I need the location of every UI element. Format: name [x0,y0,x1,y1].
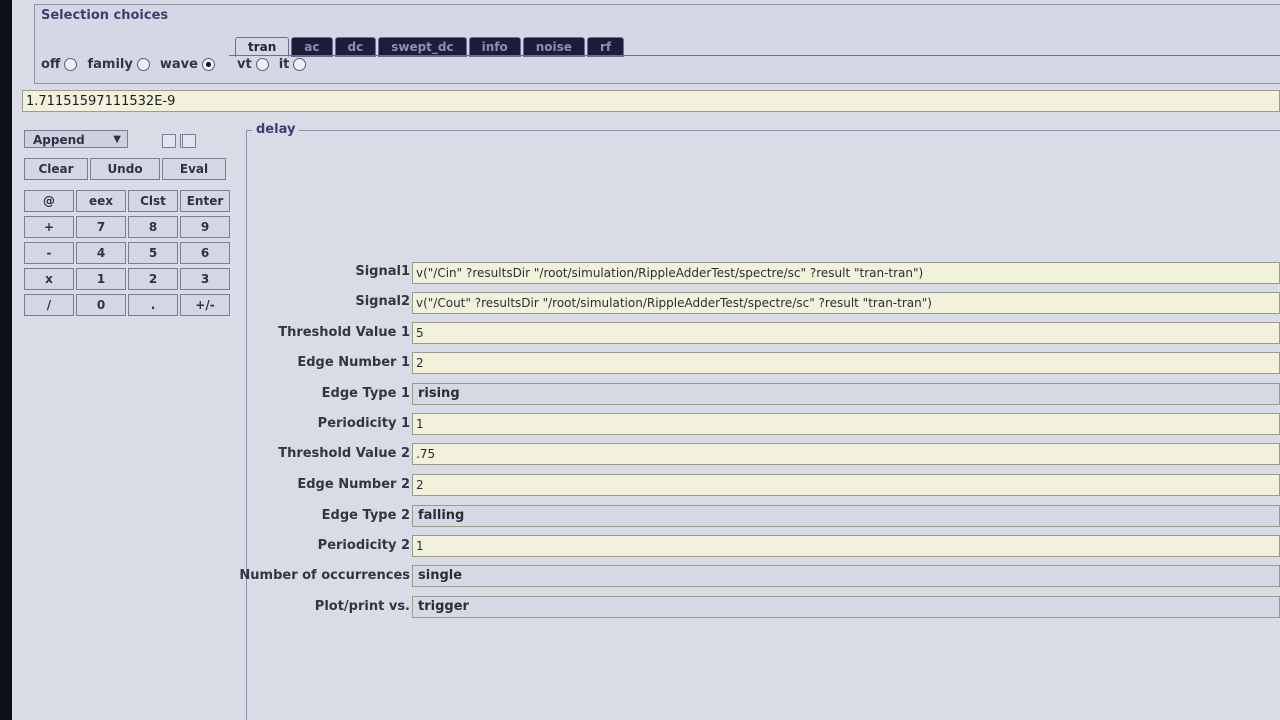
edge-number-1-label: Edge Number 1 [297,355,410,370]
edge-number-1-input[interactable]: 2 [412,352,1280,374]
radio-vt-label: vt [237,57,252,72]
key-enter[interactable]: Enter [180,190,230,212]
key-1[interactable]: 1 [76,268,126,290]
radio-it-button[interactable] [293,58,307,71]
signal1-label: Signal1 [355,264,410,279]
tab-rf[interactable]: rf [586,37,625,57]
key-eex[interactable]: eex [76,190,126,212]
radio-wave[interactable]: wave [160,57,215,72]
key-4[interactable]: 4 [76,242,126,264]
radio-wave-button[interactable] [201,58,215,71]
calculator-icon[interactable] [162,134,176,148]
key-decimal[interactable]: . [128,294,178,316]
eval-button[interactable]: Eval [162,158,226,180]
key-clst[interactable]: Clst [128,190,178,212]
tab-swept-dc[interactable]: swept_dc [378,37,467,57]
radio-family[interactable]: family [87,57,150,72]
clear-button[interactable]: Clear [24,158,88,180]
periodicity-2-input[interactable]: 1 [412,535,1280,557]
append-mode-label: Append [33,133,85,147]
radio-off-label: off [41,57,61,72]
key-7[interactable]: 7 [76,216,126,238]
expression-buffer[interactable]: 1.71151597111532E-9 [22,90,1280,112]
key-multiply[interactable]: x [24,268,74,290]
key-grid: @ eex Clst Enter + 7 8 9 - 4 5 6 x 1 2 3… [24,190,230,318]
key-minus[interactable]: - [24,242,74,264]
signal2-input[interactable]: v("/Cout" ?resultsDir "/root/simulation/… [412,292,1280,314]
periodicity-2-label: Periodicity 2 [317,538,410,553]
key-6[interactable]: 6 [180,242,230,264]
calculator-window: Selection choices off family wave tran a… [12,0,1280,720]
radio-off[interactable]: off [41,57,78,72]
key-8[interactable]: 8 [128,216,178,238]
tab-info[interactable]: info [468,37,521,57]
edge-type-2-label: Edge Type 2 [321,508,410,523]
radio-family-button[interactable] [136,58,150,71]
analysis-tabs: tran ac dc swept_dc info noise rf [235,37,626,57]
plot-print-vs-select[interactable]: trigger [412,596,1280,618]
radio-it[interactable]: it [279,57,307,72]
key-at[interactable]: @ [24,190,74,212]
key-0[interactable]: 0 [76,294,126,316]
key-3[interactable]: 3 [180,268,230,290]
key-divide[interactable]: / [24,294,74,316]
tab-noise[interactable]: noise [522,37,585,57]
append-mode-select[interactable]: Append ▼ [24,130,128,148]
tab-ac[interactable]: ac [291,37,333,57]
edge-type-2-select[interactable]: falling [412,505,1280,527]
selection-radio-group: off family wave [41,57,215,72]
selection-choices-title: Selection choices [41,8,169,23]
tran-radio-group: vt it [237,57,307,72]
periodicity-1-input[interactable]: 1 [412,413,1280,435]
radio-family-label: family [87,57,133,72]
undo-button[interactable]: Undo [90,158,160,180]
selection-choices-panel: Selection choices off family wave tran a… [34,4,1280,84]
chevron-down-icon: ▼ [113,134,121,145]
tab-tran[interactable]: tran [235,37,290,57]
radio-vt[interactable]: vt [237,57,269,72]
tab-panel [229,55,1280,82]
key-9[interactable]: 9 [180,216,230,238]
edge-type-1-select[interactable]: rising [412,383,1280,405]
number-of-occurrences-label: Number of occurrences [239,568,410,583]
number-of-occurrences-select[interactable]: single [412,565,1280,587]
signal1-input[interactable]: v("/Cin" ?resultsDir "/root/simulation/R… [412,262,1280,284]
threshold-value-2-label: Threshold Value 2 [278,446,410,461]
radio-it-label: it [278,57,290,72]
edge-type-1-label: Edge Type 1 [321,386,410,401]
radio-wave-label: wave [159,57,198,72]
threshold-value-1-input[interactable]: 5 [412,322,1280,344]
key-5[interactable]: 5 [128,242,178,264]
signal2-label: Signal2 [355,294,410,309]
table-icon[interactable] [180,134,196,148]
threshold-value-1-label: Threshold Value 1 [278,325,410,340]
key-plus-minus[interactable]: +/- [180,294,230,316]
action-buttons: Clear Undo Eval [24,158,226,180]
periodicity-1-label: Periodicity 1 [317,416,410,431]
tab-dc[interactable]: dc [334,37,377,57]
key-2[interactable]: 2 [128,268,178,290]
radio-vt-button[interactable] [255,58,269,71]
radio-off-button[interactable] [64,58,78,71]
threshold-value-2-input[interactable]: .75 [412,443,1280,465]
plot-print-vs-label: Plot/print vs. [314,599,410,614]
edge-number-2-input[interactable]: 2 [412,474,1280,496]
delay-panel-title: delay [252,122,300,137]
key-plus[interactable]: + [24,216,74,238]
edge-number-2-label: Edge Number 2 [297,477,410,492]
